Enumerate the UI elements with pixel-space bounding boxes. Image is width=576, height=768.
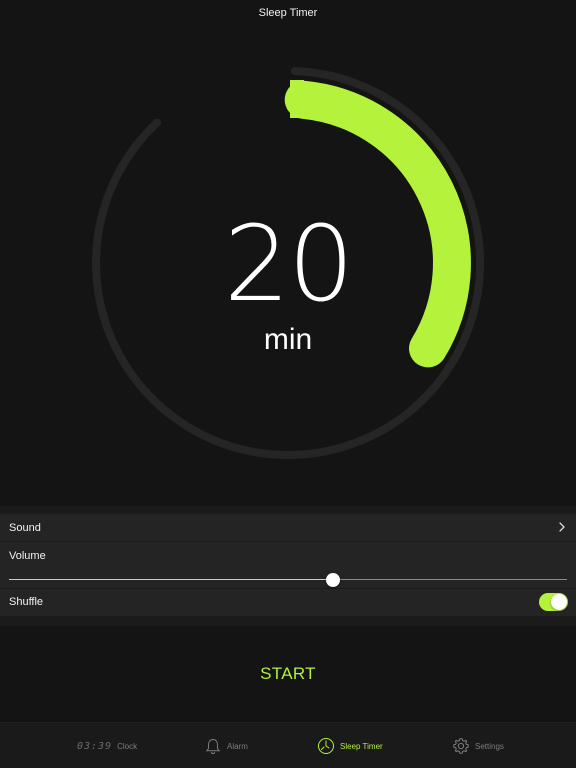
bell-icon: [205, 738, 221, 755]
page-title: Sleep Timer: [258, 7, 318, 19]
start-area: START: [0, 626, 576, 722]
volume-slider[interactable]: [9, 573, 567, 587]
shuffle-toggle[interactable]: [539, 593, 568, 611]
shuffle-toggle-knob: [551, 594, 567, 610]
chevron-right-icon: [559, 522, 565, 532]
timer-dial-area: 20 min: [0, 26, 576, 506]
volume-slider-thumb[interactable]: [325, 573, 340, 587]
sound-row[interactable]: Sound: [0, 514, 576, 541]
tab-clock[interactable]: 03:39 Clock: [77, 735, 137, 757]
tab-clock-label: Clock: [117, 741, 138, 751]
sound-label: Sound: [9, 522, 41, 534]
shuffle-label: Shuffle: [9, 596, 44, 608]
tab-settings[interactable]: Settings: [452, 735, 504, 757]
sleep-timer-icon: [318, 738, 334, 754]
volume-label: Volume: [9, 550, 46, 562]
dial-start-marker: [290, 80, 304, 118]
volume-row: Volume: [0, 542, 576, 588]
timer-unit: min: [263, 323, 313, 356]
clock-icon: 03:39: [77, 740, 113, 752]
gear-icon: [453, 738, 469, 754]
settings-panel: Sound Volume Shuffle: [0, 506, 576, 626]
timer-value: 20: [223, 203, 354, 325]
tab-settings-label: Settings: [475, 741, 504, 751]
volume-slider-fill: [9, 579, 333, 580]
tab-sleep-timer[interactable]: Sleep Timer: [317, 735, 383, 757]
tab-alarm[interactable]: Alarm: [204, 735, 248, 757]
tab-sleep-timer-label: Sleep Timer: [340, 741, 383, 751]
tab-bar: 03:39 Clock Alarm Sleep Timer Settings: [0, 722, 576, 768]
nav-bar: Sleep Timer: [0, 0, 576, 26]
start-button[interactable]: START: [238, 662, 338, 686]
tab-alarm-label: Alarm: [227, 741, 248, 751]
shuffle-row: Shuffle: [0, 589, 576, 616]
